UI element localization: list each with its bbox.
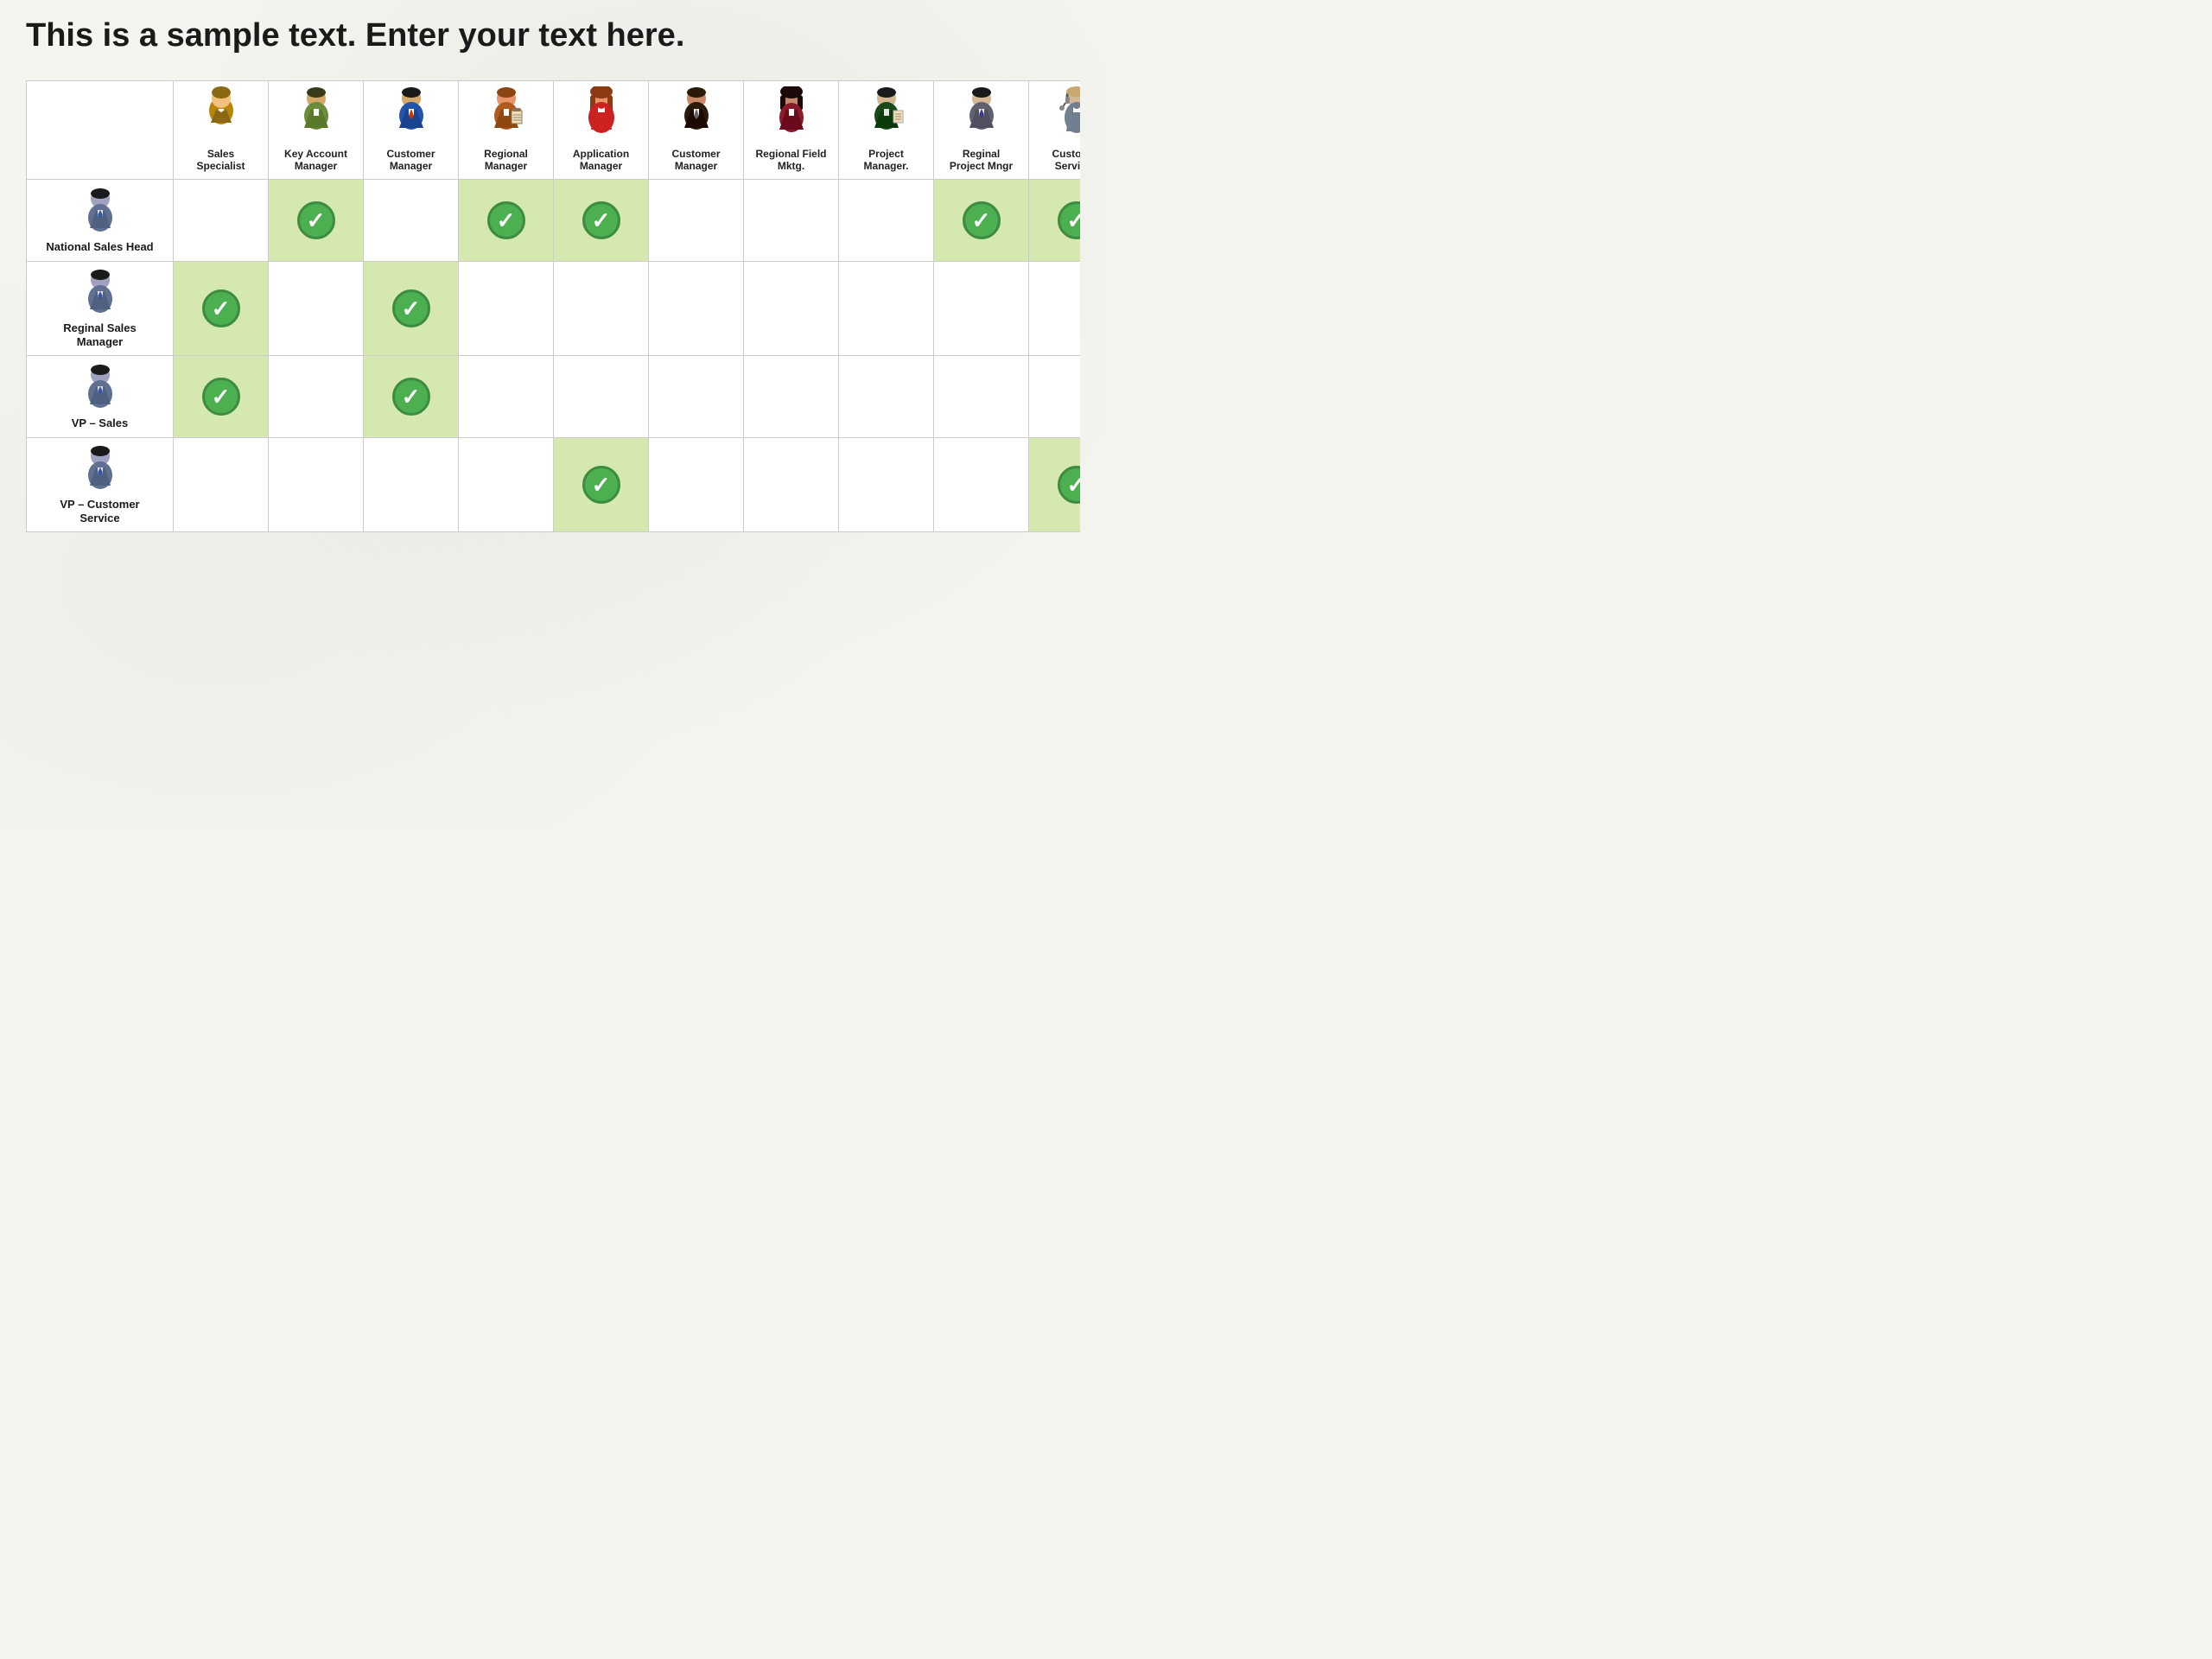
cell-national-sales-head-col-3 xyxy=(459,180,554,262)
cell-reginal-sales-manager-col-1 xyxy=(269,262,364,356)
icon-regional-manager xyxy=(480,86,532,143)
icon-sales-specialist xyxy=(195,86,247,143)
cell-vp-customer-service-col-2 xyxy=(364,438,459,532)
role-label-reginal-sales-manager: Reginal SalesManager xyxy=(63,321,137,348)
col-header-regional-field-mktg: Regional FieldMktg. xyxy=(744,81,839,180)
cell-reginal-sales-manager-col-7 xyxy=(839,262,934,356)
icon-key-account-manager xyxy=(290,86,342,143)
cell-vp-sales-col-6 xyxy=(744,356,839,438)
cell-national-sales-head-col-8 xyxy=(934,180,1029,262)
cell-vp-sales-col-3 xyxy=(459,356,554,438)
cell-vp-sales-col-7 xyxy=(839,356,934,438)
col-header-application-manager: ApplicationManager xyxy=(554,81,649,180)
role-label-national-sales-head: National Sales Head xyxy=(46,240,153,254)
cell-national-sales-head-col-9 xyxy=(1029,180,1081,262)
col-header-customer-manager: CustomerManager xyxy=(364,81,459,180)
cell-national-sales-head-col-7 xyxy=(839,180,934,262)
matrix-table: SalesSpecialist xyxy=(26,80,1080,532)
col-header-project-manager: ProjectManager. xyxy=(839,81,934,180)
cell-reginal-sales-manager-col-6 xyxy=(744,262,839,356)
cell-vp-customer-service-col-9 xyxy=(1029,438,1081,532)
cell-vp-customer-service-col-3 xyxy=(459,438,554,532)
checkmark-icon xyxy=(297,201,335,239)
col-label-customer-manager: CustomerManager xyxy=(386,148,435,172)
icon-application-manager xyxy=(575,86,627,143)
icon-customer-manager-2 xyxy=(671,86,722,143)
cell-vp-sales-col-2 xyxy=(364,356,459,438)
table-row: National Sales Head xyxy=(27,180,1081,262)
cell-national-sales-head-col-6 xyxy=(744,180,839,262)
col-label-customer-manager-2: CustomerManager xyxy=(671,148,720,172)
checkmark-icon xyxy=(1058,466,1081,504)
role-label-vp-customer-service: VP – CustomerService xyxy=(60,498,139,524)
checkmark-icon xyxy=(1058,201,1081,239)
table-row: VP – CustomerService xyxy=(27,438,1081,532)
col-label-application-manager: ApplicationManager xyxy=(573,148,629,172)
role-label-vp-sales: VP – Sales xyxy=(72,416,129,430)
row-label-vp-customer-service: VP – CustomerService xyxy=(27,438,174,532)
cell-vp-sales-col-9 xyxy=(1029,356,1081,438)
checkmark-icon xyxy=(487,201,525,239)
cell-reginal-sales-manager-col-8 xyxy=(934,262,1029,356)
cell-vp-customer-service-col-5 xyxy=(649,438,744,532)
checkmark-icon xyxy=(582,201,620,239)
col-label-regional-field-mktg: Regional FieldMktg. xyxy=(755,148,826,172)
cell-vp-sales-col-4 xyxy=(554,356,649,438)
col-label-regional-manager: RegionalManager xyxy=(484,148,528,172)
icon-regional-field-mktg xyxy=(766,86,817,143)
cell-vp-sales-col-8 xyxy=(934,356,1029,438)
col-header-customer-services: CustomerServices xyxy=(1029,81,1081,180)
checkmark-icon xyxy=(963,201,1001,239)
checkmark-icon xyxy=(392,289,430,327)
cell-vp-customer-service-col-6 xyxy=(744,438,839,532)
cell-vp-sales-col-5 xyxy=(649,356,744,438)
col-label-customer-services: CustomerServices xyxy=(1052,148,1080,172)
table-row: Reginal SalesManager xyxy=(27,262,1081,356)
matrix-wrapper: SalesSpecialist xyxy=(26,80,1080,532)
col-header-key-account-manager: Key AccountManager xyxy=(269,81,364,180)
checkmark-icon xyxy=(202,289,240,327)
col-header-sales-specialist: SalesSpecialist xyxy=(174,81,269,180)
cell-vp-customer-service-col-7 xyxy=(839,438,934,532)
col-label-reginal-project-mngr: ReginalProject Mngr xyxy=(950,148,1013,172)
cell-reginal-sales-manager-col-0 xyxy=(174,262,269,356)
icon-reginal-project-mngr xyxy=(956,86,1007,143)
corner-cell xyxy=(27,81,174,180)
page-container: This is a sample text. Enter your text h… xyxy=(0,0,1106,550)
cell-vp-customer-service-col-4 xyxy=(554,438,649,532)
table-row: VP – Sales xyxy=(27,356,1081,438)
icon-customer-manager xyxy=(385,86,437,143)
icon-project-manager xyxy=(861,86,912,143)
cell-national-sales-head-col-5 xyxy=(649,180,744,262)
col-header-customer-manager-2: CustomerManager xyxy=(649,81,744,180)
col-label-project-manager: ProjectManager. xyxy=(863,148,908,172)
col-header-regional-manager: RegionalManager xyxy=(459,81,554,180)
cell-reginal-sales-manager-col-3 xyxy=(459,262,554,356)
col-label-sales-specialist: SalesSpecialist xyxy=(196,148,245,172)
cell-vp-customer-service-col-1 xyxy=(269,438,364,532)
cell-reginal-sales-manager-col-9 xyxy=(1029,262,1081,356)
row-label-reginal-sales-manager: Reginal SalesManager xyxy=(27,262,174,356)
checkmark-icon xyxy=(392,378,430,416)
checkmark-icon xyxy=(582,466,620,504)
row-label-national-sales-head: National Sales Head xyxy=(27,180,174,262)
cell-vp-sales-col-0 xyxy=(174,356,269,438)
col-label-key-account-manager: Key AccountManager xyxy=(284,148,347,172)
cell-reginal-sales-manager-col-4 xyxy=(554,262,649,356)
row-label-vp-sales: VP – Sales xyxy=(27,356,174,438)
cell-national-sales-head-col-0 xyxy=(174,180,269,262)
cell-vp-customer-service-col-8 xyxy=(934,438,1029,532)
cell-reginal-sales-manager-col-5 xyxy=(649,262,744,356)
cell-national-sales-head-col-2 xyxy=(364,180,459,262)
checkmark-icon xyxy=(202,378,240,416)
cell-vp-sales-col-1 xyxy=(269,356,364,438)
cell-national-sales-head-col-4 xyxy=(554,180,649,262)
cell-reginal-sales-manager-col-2 xyxy=(364,262,459,356)
icon-customer-services xyxy=(1051,86,1081,143)
page-title: This is a sample text. Enter your text h… xyxy=(26,17,1080,54)
col-header-reginal-project-mngr: ReginalProject Mngr xyxy=(934,81,1029,180)
cell-national-sales-head-col-1 xyxy=(269,180,364,262)
cell-vp-customer-service-col-0 xyxy=(174,438,269,532)
